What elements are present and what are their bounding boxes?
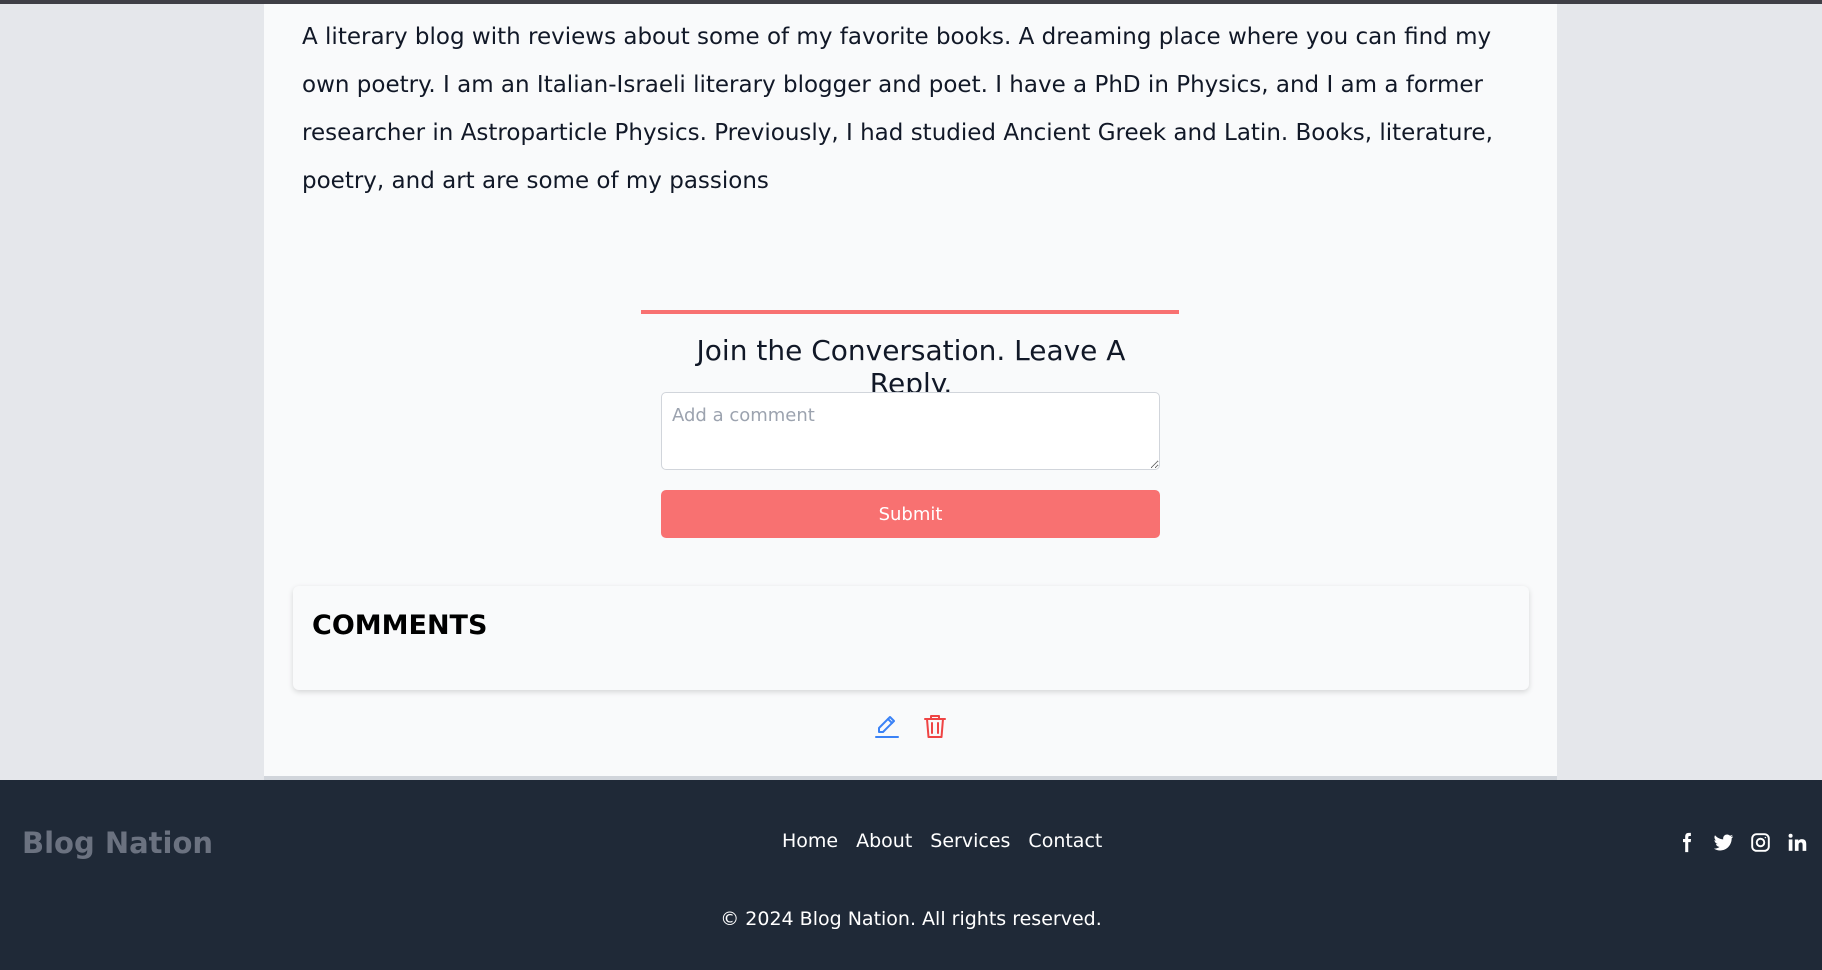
pencil-icon (872, 716, 902, 744)
facebook-icon[interactable] (1676, 832, 1697, 853)
twitter-icon[interactable] (1713, 832, 1734, 853)
footer-nav: Home About Services Contact (782, 830, 1102, 852)
footer-nav-home[interactable]: Home (782, 830, 838, 852)
footer-nav-services[interactable]: Services (930, 830, 1010, 852)
reply-divider (641, 310, 1179, 314)
footer-brand[interactable]: Blog Nation (22, 826, 213, 860)
submit-button[interactable]: Submit (661, 490, 1160, 538)
social-links (1676, 832, 1808, 853)
author-bio: A literary blog with reviews about some … (302, 24, 1493, 194)
reply-title: Join the Conversation. Leave A Reply. (696, 334, 1126, 400)
linkedin-icon[interactable] (1787, 832, 1808, 853)
footer-nav-about[interactable]: About (856, 830, 912, 852)
instagram-icon[interactable] (1750, 832, 1771, 853)
post-card: A literary blog with reviews about some … (264, 4, 1557, 780)
site-footer: Blog Nation Home About Services Contact … (0, 780, 1822, 970)
footer-nav-contact[interactable]: Contact (1028, 830, 1102, 852)
trash-icon (920, 715, 950, 744)
comments-heading: COMMENTS (312, 610, 488, 641)
delete-button[interactable] (920, 711, 950, 741)
comment-input[interactable] (661, 392, 1160, 470)
copyright-text: © 2024 Blog Nation. All rights reserved. (720, 908, 1102, 930)
comments-panel: COMMENTS (293, 586, 1529, 690)
edit-button[interactable] (872, 711, 902, 741)
